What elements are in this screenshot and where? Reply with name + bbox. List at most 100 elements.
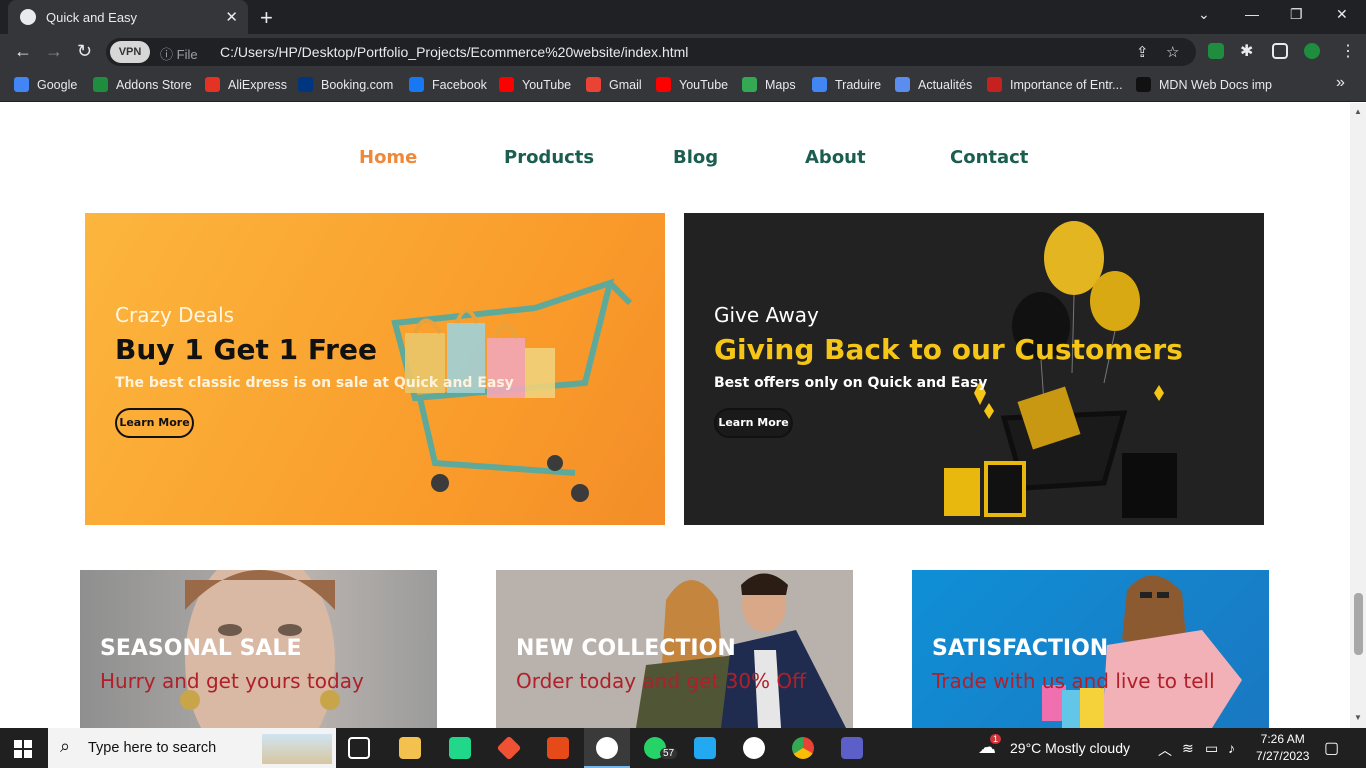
promo-seasonal-sale[interactable]: SEASONAL SALE Hurry and get yours today [80,570,437,728]
bookmark-item[interactable]: Maps [742,77,796,92]
taskbar-clock[interactable]: 7:26 AM 7/27/2023 [1256,731,1309,765]
whatsapp-badge: 57 [660,748,678,759]
taskbar-search-box[interactable]: ⌕ Type here to search [48,728,336,768]
extension-lock-icon[interactable] [1208,43,1224,59]
task-view-icon[interactable] [348,737,370,759]
bookmark-favicon-icon [742,77,757,92]
file-explorer-icon[interactable] [399,737,421,759]
nav-contact[interactable]: Contact [950,147,1028,168]
profile-check-icon[interactable] [1304,43,1320,59]
balloons-gifts-illustration [944,221,1177,518]
new-tab-button[interactable]: + [260,5,273,31]
scroll-down-icon[interactable]: ▼ [1354,713,1362,722]
tab-close-icon[interactable]: ✕ [225,8,238,26]
extensions-puzzle-icon[interactable]: ✱ [1240,41,1253,61]
forward-icon[interactable]: → [45,41,63,62]
side-panel-icon[interactable] [1272,43,1288,59]
bookmark-item[interactable]: AliExpress [205,77,287,92]
windows-taskbar: ⌕ Type here to search 57 ☁ 1 29°C Mostly… [0,728,1366,768]
bookmark-item[interactable]: Traduire [812,77,881,92]
scroll-up-icon[interactable]: ▲ [1354,107,1362,116]
bookmark-label: Actualités [918,77,973,92]
banner-title: Giving Back to our Customers [714,333,1183,366]
minimize-icon[interactable]: — [1245,6,1259,22]
nav-home[interactable]: Home [359,147,417,168]
vpn-badge[interactable]: VPN [110,41,150,63]
url-text[interactable]: C:/Users/HP/Desktop/Portfolio_Projects/E… [220,44,688,60]
notifications-icon[interactable]: ▢ [1324,738,1339,758]
banner-description: The best classic dress is on sale at Qui… [115,375,514,391]
bookmark-item[interactable]: Importance of Entr... [987,77,1123,92]
clock-time: 7:26 AM [1260,732,1305,746]
reload-icon[interactable]: ↻ [77,41,92,62]
tab-search-icon[interactable]: ⌄ [1198,6,1210,23]
windows-start-icon[interactable] [14,740,32,758]
teams-icon[interactable] [841,737,863,759]
vscode-icon[interactable] [694,737,716,759]
bookmark-item[interactable]: MDN Web Docs imp [1136,77,1272,92]
bookmark-label: Booking.com [321,77,394,92]
bookmark-item[interactable]: Google [14,77,77,92]
bookmark-item[interactable]: YouTube [656,77,728,92]
bookmark-item[interactable]: Facebook [409,77,487,92]
nav-about[interactable]: About [805,147,866,168]
bookmark-label: YouTube [679,77,729,92]
promo-satisfaction[interactable]: SATISFACTION Trade with us and live to t… [912,570,1269,728]
bookmark-favicon-icon [298,77,313,92]
bookmarks-bar: Google Addons Store AliExpress Booking.com F… [0,70,1366,102]
github-icon[interactable] [743,737,765,759]
shopping-cart-illustration [391,278,633,502]
tray-chevron-icon[interactable]: ︿ [1158,740,1172,760]
bookmarks-overflow-icon[interactable]: » [1336,74,1345,92]
bookmark-label: Gmail [609,77,642,92]
bookmark-star-icon[interactable]: ☆ [1166,43,1179,61]
nav-products[interactable]: Products [504,147,594,168]
bookmark-item[interactable]: Actualités [895,77,972,92]
bookmark-item[interactable]: Gmail [586,77,642,92]
share-icon[interactable]: ⇪ [1136,43,1149,61]
battery-icon[interactable]: ▭ [1205,740,1218,757]
banner-description: Best offers only on Quick and Easy [714,375,988,391]
nav-blog[interactable]: Blog [673,147,718,168]
pycharm-icon[interactable] [449,737,471,759]
webpage: Home Products Blog About Contact Crazy D… [0,103,1350,728]
bookmark-label: Google [37,77,78,92]
clock-date: 7/27/2023 [1256,749,1310,763]
bookmark-label: Maps [765,77,796,92]
promo-new-collection[interactable]: NEW COLLECTION Order today and get 30% O… [496,570,853,728]
bookmark-label: Facebook [432,77,487,92]
chrome-icon[interactable] [792,737,814,759]
office-icon[interactable] [547,737,569,759]
restore-icon[interactable]: ❐ [1290,6,1303,23]
bookmark-label: Addons Store [116,77,192,92]
weather-text[interactable]: 29°C Mostly cloudy [1010,740,1130,756]
bookmark-favicon-icon [14,77,29,92]
address-bar[interactable]: VPN ⓘ File C:/Users/HP/Desktop/Portfolio… [106,38,1196,66]
menu-kebab-icon[interactable]: ⋮ [1340,41,1356,61]
bookmark-item[interactable]: Booking.com [298,77,393,92]
file-label: File [176,47,198,62]
site-info[interactable]: ⓘ File [160,44,198,63]
browser-active-icon[interactable] [596,737,618,759]
wifi-icon[interactable]: ≋ [1182,740,1194,757]
git-icon[interactable] [496,735,522,761]
learn-more-button[interactable]: Learn More [115,408,194,438]
bookmark-item[interactable]: YouTube [499,77,571,92]
bookmark-favicon-icon [499,77,514,92]
bookmark-favicon-icon [895,77,910,92]
volume-icon[interactable]: ♪ [1228,740,1235,756]
bookmark-item[interactable]: Addons Store [93,77,192,92]
learn-more-button[interactable]: Learn More [714,408,793,438]
back-icon[interactable]: ← [14,41,32,62]
browser-tab[interactable]: Quick and Easy ✕ [8,0,248,34]
promo-title: SEASONAL SALE [100,636,302,661]
bookmark-label: MDN Web Docs imp [1159,77,1272,92]
window-close-icon[interactable]: ✕ [1336,6,1348,23]
promo-subtitle: Hurry and get yours today [100,669,364,693]
bookmark-label: Importance of Entr... [1010,77,1123,92]
bookmark-favicon-icon [93,77,108,92]
promo-title: SATISFACTION [932,636,1109,661]
scrollbar-thumb[interactable] [1354,593,1363,655]
page-scrollbar[interactable]: ▲ ▼ [1350,103,1366,728]
bookmark-label: AliExpress [228,77,288,92]
